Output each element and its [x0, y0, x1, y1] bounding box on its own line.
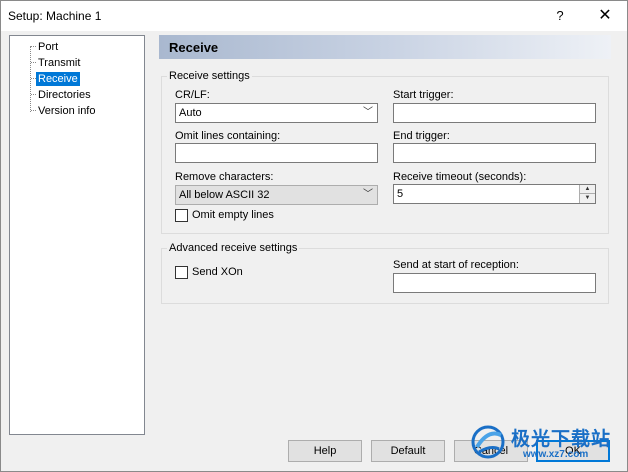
spin-down-icon[interactable]: ▼: [580, 194, 595, 203]
chevron-down-icon: ﹀: [363, 189, 373, 200]
receive-settings-title: Receive settings: [167, 70, 252, 82]
timeout-label: Receive timeout (seconds):: [393, 171, 527, 183]
remove-chars-label: Remove characters:: [175, 171, 274, 183]
send-xon-label: Send XOn: [192, 266, 243, 278]
settings-tree[interactable]: Port Transmit Receive Directories Versio…: [9, 35, 145, 435]
watermark-url: www.xz7.com: [523, 449, 589, 460]
panel-header: Receive: [159, 35, 611, 59]
send-xon-checkbox[interactable]: [175, 266, 188, 279]
tree-item-port[interactable]: Port: [36, 40, 60, 54]
send-at-start-input[interactable]: [393, 273, 596, 293]
panel-title: Receive: [169, 40, 219, 55]
crlf-select[interactable]: Auto ﹀: [175, 103, 378, 123]
watermark-logo-icon: [471, 425, 505, 459]
start-trigger-label: Start trigger:: [393, 89, 454, 101]
timeout-value: 5: [397, 188, 404, 200]
setup-dialog: Setup: Machine 1 ? ✕ Port Transmit Recei…: [0, 0, 628, 472]
omit-lines-input[interactable]: [175, 143, 378, 163]
end-trigger-label: End trigger:: [393, 130, 450, 142]
omit-empty-lines-checkbox[interactable]: [175, 209, 188, 222]
send-at-start-label: Send at start of reception:: [393, 259, 519, 271]
watermark-text: 极光下载站: [511, 429, 612, 450]
tree-connector: [30, 46, 31, 112]
help-button[interactable]: Help: [288, 440, 362, 462]
title-bar: Setup: Machine 1 ? ✕: [1, 1, 627, 31]
crlf-value: Auto: [179, 107, 202, 119]
default-button[interactable]: Default: [371, 440, 445, 462]
omit-empty-lines-checkbox-row[interactable]: Omit empty lines: [175, 209, 295, 223]
timeout-spinner[interactable]: 5 ▲ ▼: [393, 184, 596, 204]
remove-chars-value: All below ASCII 32: [179, 189, 270, 201]
tree-item-directories[interactable]: Directories: [36, 88, 93, 102]
tree-item-receive[interactable]: Receive: [36, 72, 80, 86]
omit-lines-label: Omit lines containing:: [175, 130, 281, 142]
send-xon-checkbox-row[interactable]: Send XOn: [175, 266, 275, 280]
tree-item-transmit[interactable]: Transmit: [36, 56, 82, 70]
end-trigger-input[interactable]: [393, 143, 596, 163]
window-title: Setup: Machine 1: [8, 9, 102, 23]
tree-item-version-info[interactable]: Version info: [36, 104, 97, 118]
help-icon[interactable]: ?: [549, 5, 571, 27]
start-trigger-input[interactable]: [393, 103, 596, 123]
close-icon[interactable]: ✕: [594, 5, 616, 27]
spin-up-icon[interactable]: ▲: [580, 185, 595, 194]
chevron-down-icon: ﹀: [363, 107, 373, 118]
remove-chars-select[interactable]: All below ASCII 32 ﹀: [175, 185, 378, 205]
omit-empty-lines-label: Omit empty lines: [192, 209, 274, 221]
spinner-buttons: ▲ ▼: [579, 185, 595, 203]
advanced-settings-title: Advanced receive settings: [167, 242, 300, 254]
crlf-label: CR/LF:: [175, 89, 210, 101]
watermark: 极光下载站 www.xz7.com: [467, 419, 627, 469]
